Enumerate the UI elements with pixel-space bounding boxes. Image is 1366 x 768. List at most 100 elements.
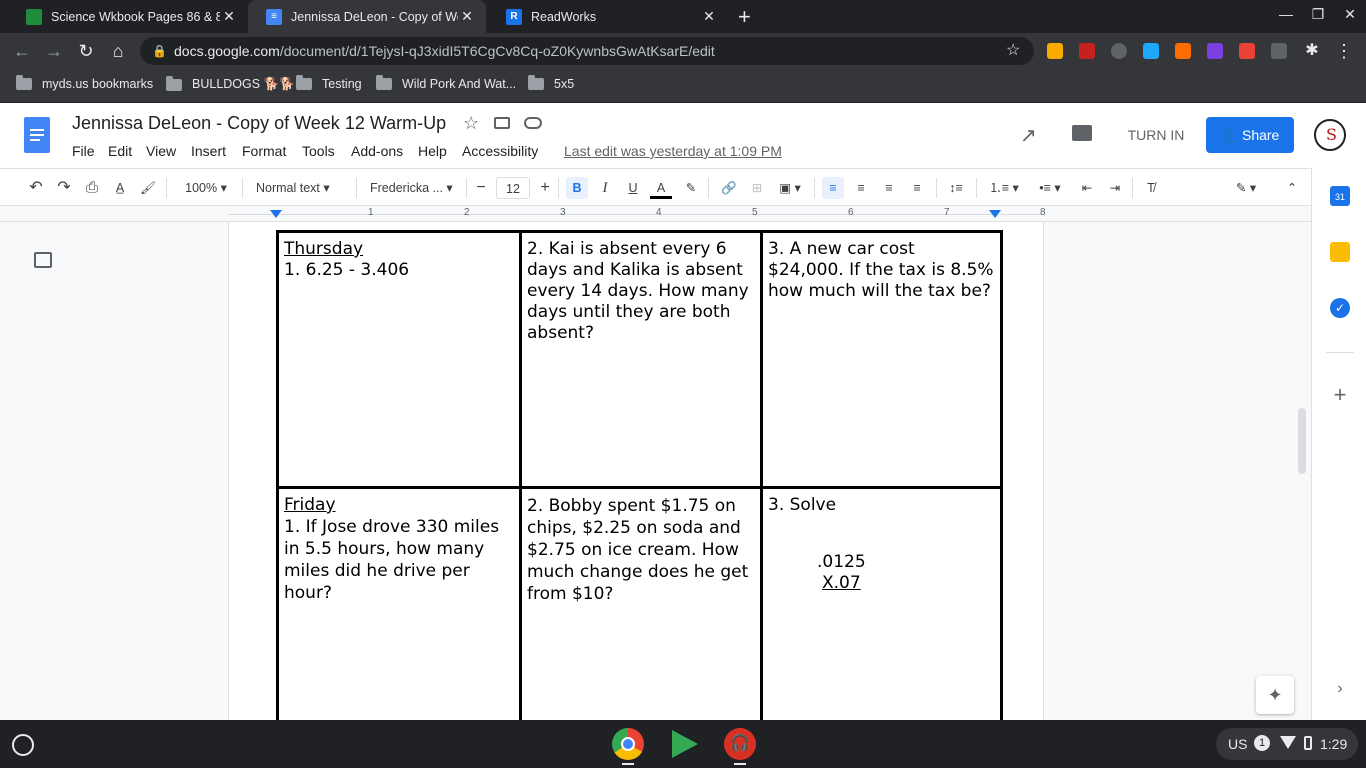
play-store-icon[interactable] xyxy=(668,728,700,760)
menu-edit[interactable]: Edit xyxy=(108,143,132,159)
move-folder-icon[interactable] xyxy=(494,117,510,129)
bookmark-wild-pork[interactable]: Wild Pork And Wat... xyxy=(376,75,516,91)
editing-mode-icon[interactable]: ✎ ▾ xyxy=(1228,177,1264,199)
tab-readworks[interactable]: R ReadWorks ✕ xyxy=(488,0,728,33)
font-select[interactable]: Fredericka ... ▾ xyxy=(366,177,462,199)
right-indent-marker[interactable] xyxy=(989,210,1001,218)
highlight-color-icon[interactable]: ✎ xyxy=(680,177,702,199)
menu-format[interactable]: Format xyxy=(242,143,286,159)
bookmark-testing[interactable]: Testing xyxy=(296,75,362,91)
italic-icon[interactable]: I xyxy=(594,177,616,199)
text-color-icon[interactable]: A xyxy=(650,177,672,199)
close-icon[interactable]: ✕ xyxy=(458,8,476,25)
new-tab-button[interactable]: + xyxy=(738,4,751,30)
extensions-puzzle-icon[interactable]: ✱ xyxy=(1300,39,1324,63)
calendar-icon[interactable]: 31 xyxy=(1330,186,1350,206)
add-comment-icon[interactable]: ⊞ xyxy=(746,177,768,199)
keep-icon[interactable] xyxy=(1330,242,1350,262)
table-cell[interactable]: 3. A new car cost $24,000. If the tax is… xyxy=(760,230,1003,489)
table-cell[interactable]: 3. Solve .0125 X.07 xyxy=(760,486,1003,720)
print-icon[interactable]: ⎙ xyxy=(82,177,102,199)
menu-tools[interactable]: Tools xyxy=(302,143,335,159)
insert-image-icon[interactable]: ▣ ▾ xyxy=(774,177,806,199)
bulleted-list-icon[interactable]: •≡ ▾ xyxy=(1030,177,1070,199)
browser-menu-icon[interactable]: ⋮ xyxy=(1332,39,1356,63)
avatar[interactable]: S xyxy=(1314,119,1346,151)
table-cell[interactable]: Friday 1. If Jose drove 330 miles in 5.5… xyxy=(276,486,522,720)
scrollbar-thumb[interactable] xyxy=(1298,408,1306,474)
bookmark-5x5[interactable]: 5x5 xyxy=(528,75,574,91)
bookmark-star-icon[interactable]: ☆ xyxy=(1006,37,1020,65)
align-center-icon[interactable]: ≡ xyxy=(850,177,872,199)
restore-icon[interactable]: ❐ xyxy=(1308,6,1328,23)
paragraph-style-select[interactable]: Normal text ▾ xyxy=(252,177,348,199)
home-icon[interactable]: ⌂ xyxy=(106,39,130,63)
menu-accessibility[interactable]: Accessibility xyxy=(462,143,538,159)
extension-icon[interactable] xyxy=(1143,43,1159,59)
menu-view[interactable]: View xyxy=(146,143,176,159)
cloud-status-icon[interactable] xyxy=(524,117,542,129)
clear-formatting-icon[interactable]: T̸ xyxy=(1140,177,1162,199)
numbered-list-icon[interactable]: ⒈≡ ▾ xyxy=(984,177,1024,199)
close-window-icon[interactable]: ✕ xyxy=(1340,6,1360,23)
decrease-indent-icon[interactable]: ⇤ xyxy=(1076,177,1098,199)
table-cell[interactable]: 2. Bobby spent $1.75 on chips, $2.25 on … xyxy=(519,486,763,720)
google-docs-logo-icon[interactable] xyxy=(24,117,50,153)
increase-indent-icon[interactable]: ⇥ xyxy=(1104,177,1126,199)
minimize-icon[interactable]: — xyxy=(1276,6,1296,22)
star-icon[interactable]: ☆ xyxy=(463,113,479,134)
extension-icon[interactable] xyxy=(1175,43,1191,59)
redo-icon[interactable]: ↷ xyxy=(54,177,74,199)
reload-icon[interactable]: ↻ xyxy=(74,39,98,63)
justify-icon[interactable]: ≡ xyxy=(906,177,928,199)
address-bar[interactable]: 🔒 docs.google.com/document/d/1TejysI-qJ3… xyxy=(140,37,1034,65)
table-cell[interactable]: 2. Kai is absent every 6 days and Kalika… xyxy=(519,230,763,489)
zoom-select[interactable]: 100% ▾ xyxy=(176,177,236,199)
expand-panel-icon[interactable]: › xyxy=(1332,680,1348,698)
table-cell[interactable]: Thursday 1. 6.25 - 3.406 xyxy=(276,230,522,489)
extension-icon[interactable] xyxy=(1207,43,1223,59)
underline-icon[interactable]: U xyxy=(622,177,644,199)
tab-docs[interactable]: ≡ Jennissa DeLeon - Copy of Week 12 Warm… xyxy=(248,0,486,33)
decrease-font-size-icon[interactable]: − xyxy=(472,177,490,199)
last-edit-link[interactable]: Last edit was yesterday at 1:09 PM xyxy=(564,143,782,159)
extension-icon[interactable] xyxy=(1239,43,1255,59)
close-icon[interactable]: ✕ xyxy=(700,8,718,25)
insert-link-icon[interactable]: 🔗 xyxy=(718,177,740,199)
menu-file[interactable]: File xyxy=(72,143,95,159)
bookmark-bulldogs[interactable]: BULLDOGS 🐕🐕 xyxy=(166,75,295,92)
paint-format-icon[interactable]: 🖌 xyxy=(138,177,158,199)
document-page[interactable]: Thursday 1. 6.25 - 3.406 2. Kai is absen… xyxy=(228,222,1044,720)
extension-icon[interactable] xyxy=(1047,43,1063,59)
spellcheck-icon[interactable]: A̲ xyxy=(110,177,130,199)
tasks-icon[interactable]: ✓ xyxy=(1330,298,1350,318)
headphones-app-icon[interactable]: 🎧 xyxy=(724,728,756,760)
explore-icon[interactable]: ✦ xyxy=(1256,676,1294,714)
share-button[interactable]: 👤 Share xyxy=(1206,117,1294,153)
font-size-input[interactable]: 12 xyxy=(496,177,530,199)
line-spacing-icon[interactable]: ↕≡ xyxy=(944,177,968,199)
back-icon[interactable]: ← xyxy=(10,39,34,63)
launcher-icon[interactable] xyxy=(12,734,34,756)
comments-icon[interactable] xyxy=(1072,125,1092,141)
chrome-icon[interactable] xyxy=(612,728,644,760)
menu-insert[interactable]: Insert xyxy=(191,143,226,159)
power-extension-icon[interactable] xyxy=(1111,43,1127,59)
document-title[interactable]: Jennissa DeLeon - Copy of Week 12 Warm-U… xyxy=(72,113,446,134)
bold-icon[interactable]: B xyxy=(566,177,588,199)
activity-trend-icon[interactable]: ↗ xyxy=(1020,123,1037,148)
align-right-icon[interactable]: ≡ xyxy=(878,177,900,199)
collapse-toolbar-icon[interactable]: ⌃ xyxy=(1282,177,1302,199)
turn-in-button[interactable]: TURN IN xyxy=(1114,117,1198,153)
tab-classroom[interactable]: Science Wkbook Pages 86 & 87 ✕ xyxy=(8,0,248,33)
extension-icon[interactable] xyxy=(1079,43,1095,59)
left-indent-marker[interactable] xyxy=(270,210,282,218)
document-outline-icon[interactable] xyxy=(34,252,52,268)
undo-icon[interactable]: ↶ xyxy=(26,177,46,199)
close-icon[interactable]: ✕ xyxy=(220,8,238,25)
add-addon-icon[interactable]: + xyxy=(1330,382,1350,408)
extension-icon[interactable] xyxy=(1271,43,1287,59)
increase-font-size-icon[interactable]: + xyxy=(536,177,554,199)
menu-help[interactable]: Help xyxy=(418,143,447,159)
align-left-icon[interactable]: ≡ xyxy=(822,177,844,199)
